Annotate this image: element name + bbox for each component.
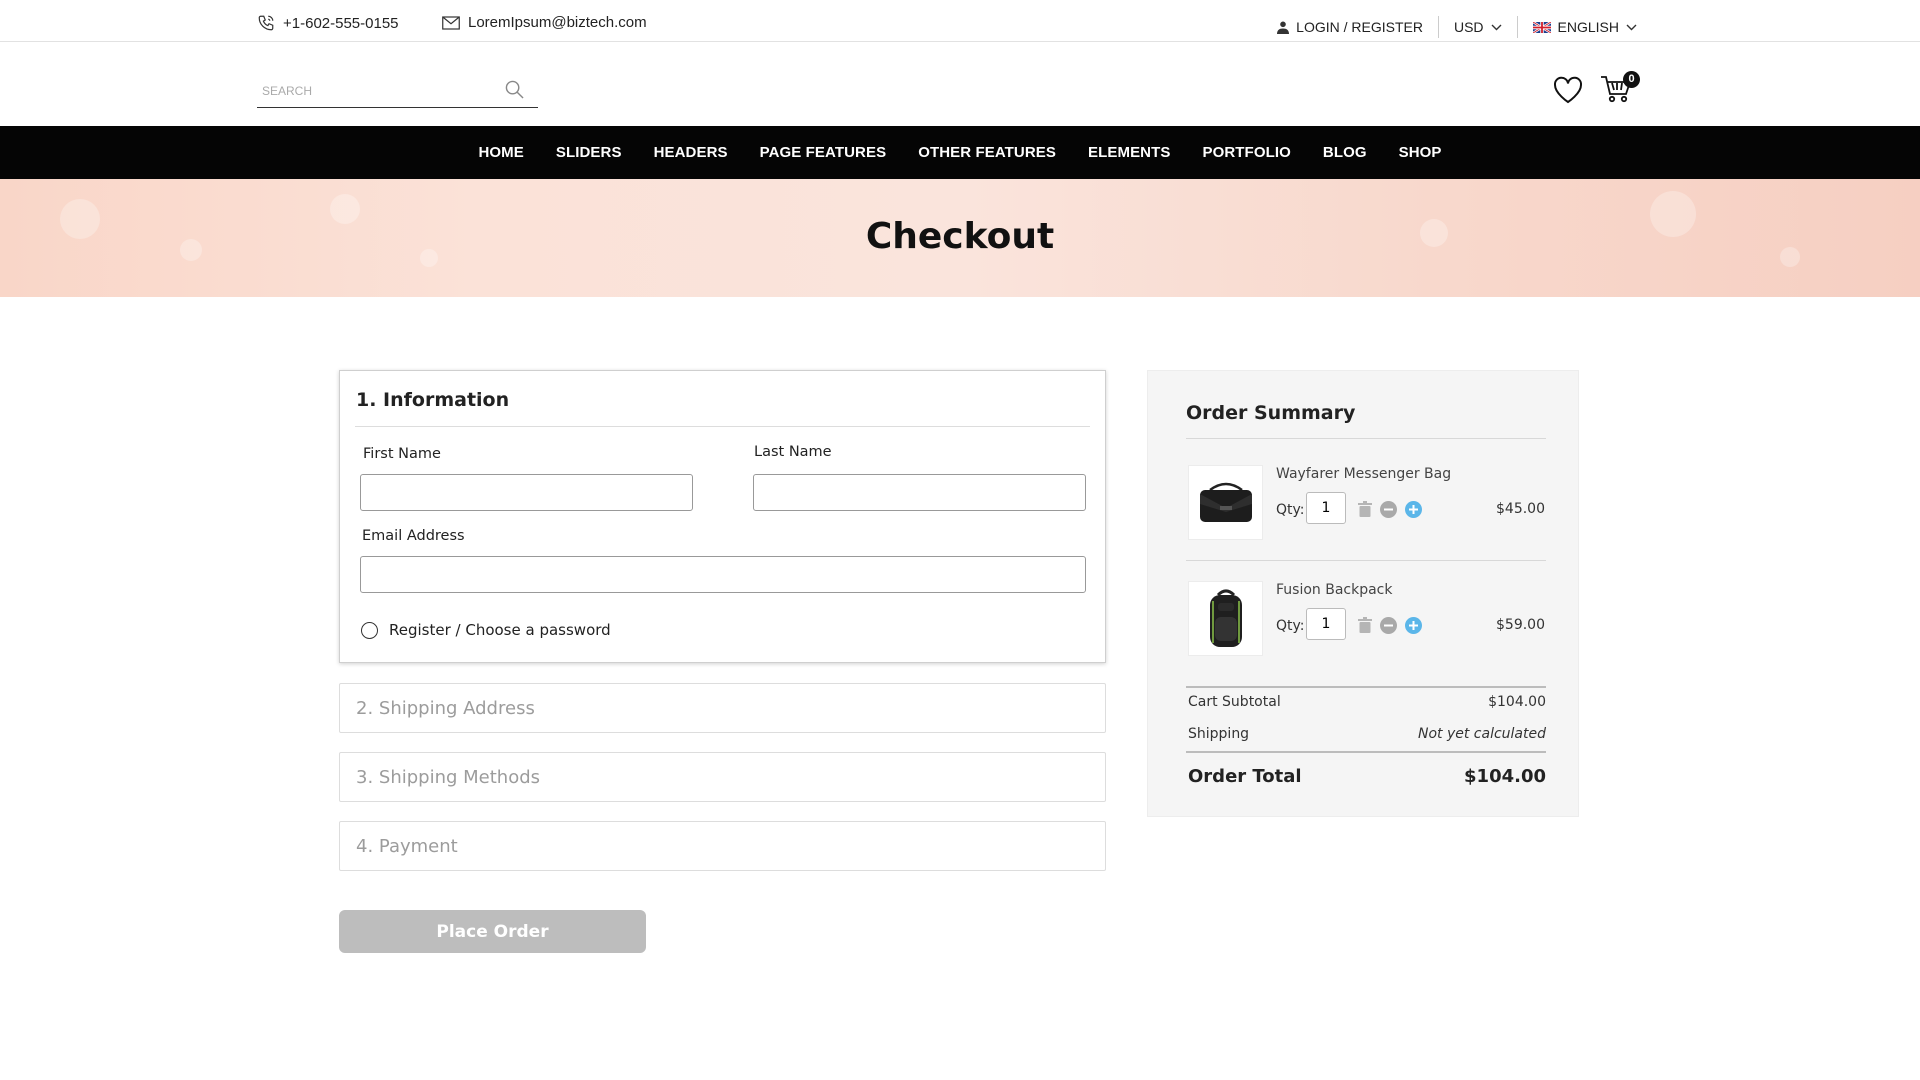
last-name-label: Last Name	[754, 444, 832, 460]
first-name-label: First Name	[363, 446, 441, 462]
trash-icon[interactable]	[1358, 617, 1372, 633]
language-label: ENGLISH	[1557, 19, 1619, 35]
information-panel: 1. Information First Name Last Name Emai…	[339, 370, 1106, 663]
top-bar: +1-602-555-0155 LoremIpsum@biztech.com L…	[0, 0, 1920, 42]
search-icon[interactable]	[505, 80, 524, 99]
step-shipping-methods-label: 3. Shipping Methods	[356, 767, 541, 788]
minus-icon[interactable]	[1380, 501, 1397, 518]
nav-elements[interactable]: ELEMENTS	[1088, 144, 1170, 161]
nav-sliders[interactable]: SLIDERS	[556, 144, 622, 161]
quantity-input[interactable]	[1306, 608, 1346, 640]
phone-contact[interactable]: +1-602-555-0155	[257, 14, 399, 32]
account-controls: LOGIN / REGISTER USD ENGLISH	[1262, 16, 1652, 38]
quantity-input[interactable]	[1306, 492, 1346, 524]
nav-shop[interactable]: SHOP	[1399, 144, 1442, 161]
trash-icon[interactable]	[1358, 501, 1372, 517]
user-icon	[1277, 21, 1290, 34]
nav-home[interactable]: HOME	[478, 144, 523, 161]
currency-select[interactable]: USD	[1439, 19, 1517, 35]
subtotal-value: $104.00	[1488, 694, 1546, 710]
email-label: Email Address	[362, 528, 465, 544]
step-payment-label: 4. Payment	[356, 836, 458, 857]
nav-portfolio[interactable]: PORTFOLIO	[1202, 144, 1290, 161]
heart-icon[interactable]	[1553, 76, 1583, 104]
product-thumbnail	[1188, 581, 1263, 656]
login-register-label: LOGIN / REGISTER	[1296, 19, 1423, 35]
search-input[interactable]	[257, 76, 487, 106]
chevron-down-icon	[1491, 24, 1502, 30]
phone-number: +1-602-555-0155	[283, 14, 399, 32]
search-box	[257, 76, 538, 108]
step-shipping-methods[interactable]: 3. Shipping Methods	[339, 752, 1106, 802]
place-order-button[interactable]: Place Order	[339, 910, 646, 953]
qty-label: Qty:	[1276, 502, 1305, 518]
divider	[1186, 560, 1546, 561]
divider	[1186, 751, 1546, 753]
language-select[interactable]: ENGLISH	[1518, 19, 1652, 35]
product-thumbnail	[1188, 465, 1263, 540]
backpack-image	[1209, 589, 1242, 647]
subtotal-label: Cart Subtotal	[1188, 694, 1281, 710]
order-summary: Order Summary Wayfarer Messenger Bag Qty…	[1147, 370, 1579, 817]
minus-icon[interactable]	[1380, 617, 1397, 634]
main-nav: HOME SLIDERS HEADERS PAGE FEATURES OTHER…	[0, 126, 1920, 179]
currency-label: USD	[1453, 19, 1484, 35]
site-header: 0	[0, 42, 1920, 126]
last-name-field[interactable]	[753, 474, 1086, 511]
qty-label: Qty:	[1276, 618, 1305, 634]
page-banner: Checkout	[0, 179, 1920, 297]
divider	[355, 426, 1090, 427]
divider	[1186, 686, 1546, 688]
register-radio-label[interactable]: Register / Choose a password	[389, 621, 611, 639]
login-register-link[interactable]: LOGIN / REGISTER	[1262, 19, 1438, 35]
shipping-row: Shipping Not yet calculated	[1188, 726, 1546, 742]
plus-icon[interactable]	[1405, 617, 1422, 634]
page-title: Checkout	[865, 216, 1055, 257]
product-name[interactable]: Fusion Backpack	[1276, 582, 1393, 598]
shipping-label: Shipping	[1188, 726, 1250, 742]
order-total-label: Order Total	[1188, 766, 1302, 787]
step-shipping-address[interactable]: 2. Shipping Address	[339, 683, 1106, 733]
cart-count-badge: 0	[1623, 71, 1640, 88]
shipping-value: Not yet calculated	[1417, 726, 1546, 742]
nav-blog[interactable]: BLOG	[1323, 144, 1367, 161]
email-field[interactable]	[360, 556, 1086, 593]
plus-icon[interactable]	[1405, 501, 1422, 518]
information-heading: 1. Information	[356, 389, 510, 411]
nav-headers[interactable]: HEADERS	[654, 144, 728, 161]
envelope-icon	[442, 15, 460, 30]
order-total-row: Order Total $104.00	[1188, 766, 1546, 787]
divider	[1186, 438, 1546, 439]
product-price: $45.00	[1496, 501, 1545, 517]
messenger-bag-image	[1199, 482, 1252, 522]
cart-button[interactable]: 0	[1600, 71, 1640, 109]
step-shipping-address-label: 2. Shipping Address	[356, 698, 535, 719]
nav-other-features[interactable]: OTHER FEATURES	[918, 144, 1056, 161]
product-name[interactable]: Wayfarer Messenger Bag	[1276, 466, 1451, 482]
cart-item: Fusion Backpack Qty: $59.00	[1188, 581, 1546, 661]
order-summary-heading: Order Summary	[1186, 402, 1356, 424]
first-name-field[interactable]	[360, 474, 693, 511]
uk-flag-icon	[1532, 21, 1551, 33]
cart-item: Wayfarer Messenger Bag Qty: $45.00	[1188, 465, 1546, 545]
product-price: $59.00	[1496, 617, 1545, 633]
chevron-down-icon	[1626, 24, 1637, 30]
nav-page-features[interactable]: PAGE FEATURES	[760, 144, 887, 161]
subtotal-row: Cart Subtotal $104.00	[1188, 694, 1546, 710]
order-total-value: $104.00	[1464, 766, 1546, 787]
register-radio[interactable]	[361, 622, 378, 639]
email-contact[interactable]: LoremIpsum@biztech.com	[442, 14, 647, 31]
email-address: LoremIpsum@biztech.com	[468, 14, 647, 31]
phone-icon	[258, 15, 274, 31]
step-payment[interactable]: 4. Payment	[339, 821, 1106, 871]
